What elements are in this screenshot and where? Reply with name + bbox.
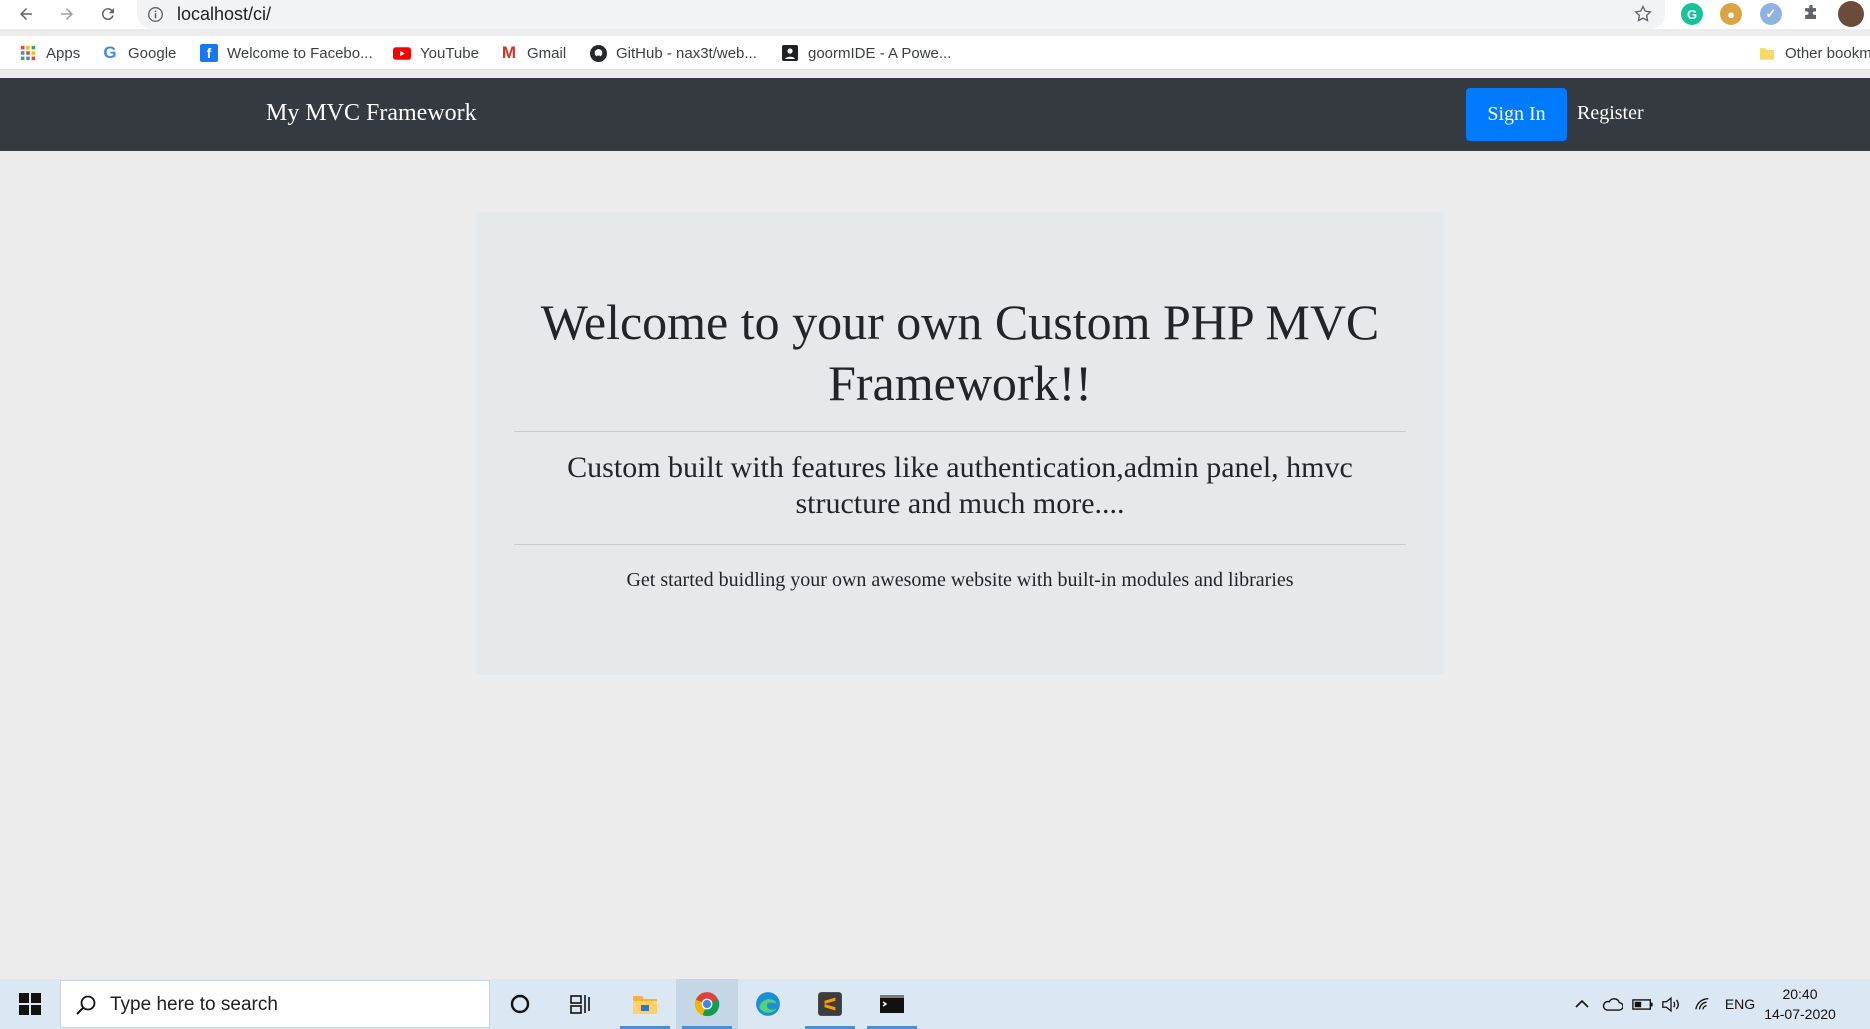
- start-button[interactable]: [0, 979, 60, 1029]
- jumbotron-heading: Welcome to your own Custom PHP MVC Frame…: [540, 294, 1380, 411]
- sign-in-button[interactable]: Sign In: [1466, 88, 1567, 141]
- file-explorer-button[interactable]: [614, 979, 676, 1029]
- bookmark-goormide[interactable]: goormIDE - A Powe...: [781, 43, 951, 63]
- extension-icon[interactable]: ✓: [1760, 3, 1782, 25]
- bookmark-label: Google: [128, 44, 177, 62]
- youtube-icon: [393, 44, 411, 62]
- bookmarks-bar: Apps G Google f Welcome to Facebo... You…: [0, 36, 1870, 70]
- info-icon[interactable]: [147, 6, 164, 23]
- address-bar[interactable]: localhost/ci/: [137, 0, 1665, 29]
- bookmark-label: Welcome to Facebo...: [227, 44, 373, 62]
- terminal-button[interactable]: [861, 979, 923, 1029]
- reload-icon: [101, 8, 114, 21]
- task-view-icon: [570, 995, 590, 1014]
- bookmark-label: Apps: [46, 44, 81, 62]
- site-navbar: My MVC Framework Sign In Register: [0, 78, 1870, 151]
- profile-avatar[interactable]: [1838, 1, 1864, 27]
- browser-toolbar: localhost/ci/ G ● ✓: [0, 0, 1870, 29]
- divider: [514, 544, 1406, 545]
- cortana-button[interactable]: [489, 979, 551, 1029]
- arrow-right-icon: [61, 8, 73, 20]
- system-clock[interactable]: 20:40 14-07-2020: [1760, 984, 1840, 1024]
- windows-logo-icon: [19, 993, 41, 1015]
- bookmark-youtube[interactable]: YouTube: [393, 43, 479, 63]
- url-text[interactable]: localhost/ci/: [177, 4, 271, 25]
- jumbotron-subtext: Get started buidling your own awesome we…: [626, 569, 1294, 591]
- apps-grid-icon: [19, 44, 37, 62]
- puzzle-extensions-icon[interactable]: [1800, 3, 1822, 25]
- windows-taskbar: Type here to search ENG 20:40 14-07-2020: [0, 979, 1870, 1029]
- goormide-icon: [781, 44, 799, 62]
- clock-time: 20:40: [1782, 986, 1818, 1002]
- sublime-text-button[interactable]: [799, 979, 861, 1029]
- jumbotron-lead: Custom built with features like authenti…: [567, 451, 1353, 520]
- folder-icon: [633, 996, 657, 1014]
- bookmark-star-icon[interactable]: [1633, 4, 1653, 24]
- taskbar-search-box[interactable]: Type here to search: [60, 980, 490, 1028]
- divider: [514, 431, 1406, 432]
- bookmark-label: goormIDE - A Powe...: [808, 44, 952, 62]
- github-icon: [589, 44, 607, 62]
- forward-button[interactable]: [55, 2, 79, 26]
- arrow-left-icon: [20, 8, 32, 20]
- brand-link[interactable]: My MVC Framework: [266, 100, 477, 127]
- clock-date: 14-07-2020: [1764, 1006, 1836, 1022]
- chrome-icon: [694, 992, 720, 1017]
- gmail-icon: M: [501, 43, 517, 62]
- bookmark-gmail[interactable]: M Gmail: [500, 43, 566, 63]
- task-view-button[interactable]: [550, 979, 612, 1029]
- terminal-icon: [880, 995, 904, 1013]
- folder-icon: [1758, 44, 1776, 62]
- other-bookmarks-label: Other bookm: [1785, 44, 1870, 62]
- search-icon: [76, 995, 96, 1015]
- bookmark-github[interactable]: GitHub - nax3t/web...: [589, 43, 757, 63]
- register-link[interactable]: Register: [1577, 102, 1644, 125]
- chrome-button[interactable]: [676, 979, 738, 1029]
- bookmark-apps[interactable]: Apps: [19, 43, 80, 63]
- jumbotron: Welcome to your own Custom PHP MVC Frame…: [475, 212, 1445, 675]
- facebook-icon: f: [200, 44, 218, 62]
- wifi-icon[interactable]: [1692, 993, 1714, 1015]
- bookmark-label: YouTube: [420, 44, 479, 62]
- bookmark-facebook[interactable]: f Welcome to Facebo...: [200, 43, 373, 63]
- battery-icon[interactable]: [1632, 993, 1654, 1015]
- show-hidden-icons-chevron-icon[interactable]: [1573, 993, 1591, 1015]
- search-placeholder: Type here to search: [110, 994, 278, 1015]
- back-button[interactable]: [14, 2, 38, 26]
- input-language-indicator[interactable]: ENG: [1722, 993, 1758, 1015]
- onedrive-cloud-icon[interactable]: [1600, 993, 1624, 1015]
- edge-icon: [756, 992, 780, 1016]
- cortana-circle-icon: [510, 994, 530, 1014]
- reload-button[interactable]: [96, 2, 120, 26]
- bookmark-google[interactable]: G Google: [101, 43, 176, 63]
- cookie-extension-icon[interactable]: ●: [1720, 3, 1742, 25]
- sublime-text-icon: [818, 992, 842, 1016]
- google-icon: G: [103, 43, 117, 62]
- edge-button[interactable]: [737, 979, 799, 1029]
- other-bookmarks[interactable]: Other bookm: [1758, 43, 1870, 63]
- bookmark-label: Gmail: [527, 44, 567, 62]
- bookmark-label: GitHub - nax3t/web...: [616, 44, 757, 62]
- grammarly-extension-icon[interactable]: G: [1681, 3, 1703, 25]
- volume-icon[interactable]: [1660, 993, 1682, 1015]
